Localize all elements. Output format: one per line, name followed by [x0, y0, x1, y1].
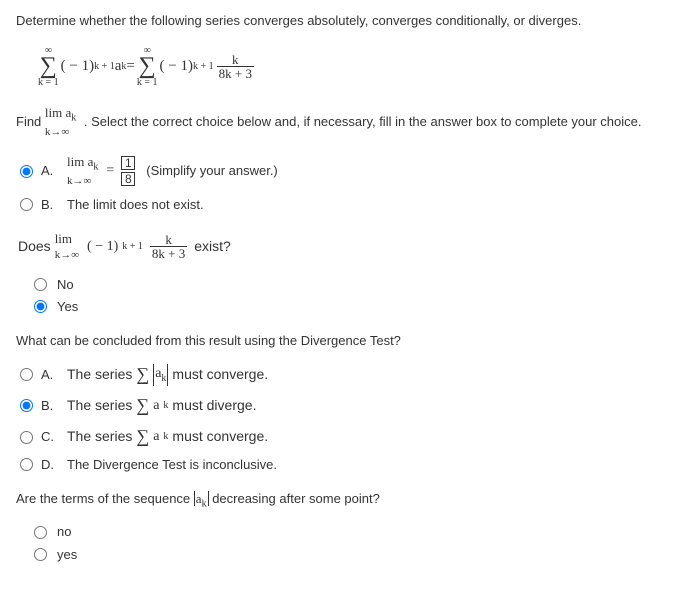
yn1-no[interactable]: No: [34, 276, 678, 294]
label-2b: B.: [41, 397, 59, 415]
p2-num: k: [163, 233, 174, 246]
rhs-exp: k + 1: [193, 60, 214, 74]
radio-yn1-yes[interactable]: [34, 300, 47, 313]
lhs-exp: k + 1: [94, 60, 115, 74]
lhs-base: ( − 1): [61, 56, 94, 77]
label-yn1-no: No: [57, 276, 74, 294]
radio-1b[interactable]: [20, 198, 33, 211]
text-2d: The Divergence Test is inconclusive.: [67, 456, 277, 474]
sum-bottom-r: k = 1: [137, 78, 158, 88]
choice-2c[interactable]: C. The series ∑ ak must converge.: [20, 424, 678, 449]
text-1b: The limit does not exist.: [67, 196, 204, 214]
radio-1a[interactable]: [20, 165, 33, 178]
sum-bottom: k = 1: [38, 78, 59, 88]
label-2d: D.: [41, 456, 59, 474]
radio-yn2-yes[interactable]: [34, 548, 47, 561]
yn2-yes[interactable]: yes: [34, 546, 678, 564]
lhs-ak: a: [115, 56, 122, 77]
eq-1a: =: [106, 161, 114, 181]
prompt-decreasing: Are the terms of the sequence ak decreas…: [16, 490, 678, 512]
label-yn2-no: no: [57, 523, 71, 541]
rhs-base: ( − 1): [160, 56, 193, 77]
radio-yn1-no[interactable]: [34, 278, 47, 291]
prompt-does-exist: Does lim k→∞ ( − 1)k + 1 k 8k + 3 exist?: [18, 230, 678, 264]
radio-2c[interactable]: [20, 431, 33, 444]
prompt-conclusion: What can be concluded from this result u…: [16, 332, 678, 350]
frac-den: 8k + 3: [217, 67, 254, 80]
choice-2a[interactable]: A. The series ∑ ak must converge.: [20, 362, 678, 387]
series-equation: ∞ ∑ k = 1 ( − 1)k + 1ak = ∞ ∑ k = 1 ( − …: [36, 46, 678, 88]
label-1a: A.: [41, 162, 59, 180]
choice-1a[interactable]: A. lim ak k→∞ = 1 8 (Simplify your answe…: [20, 153, 678, 190]
radio-2a[interactable]: [20, 368, 33, 381]
prompt-find-limit: Find lim ak k→∞ . Select the correct cho…: [16, 104, 678, 141]
radio-2b[interactable]: [20, 399, 33, 412]
answer-fraction[interactable]: 1 8: [121, 155, 135, 187]
label-2c: C.: [41, 428, 59, 446]
note-1a: (Simplify your answer.): [146, 162, 277, 180]
rhs-fraction: k 8k + 3: [217, 53, 254, 80]
answer-num[interactable]: 1: [121, 156, 135, 170]
sigma-icon: ∑: [139, 56, 156, 78]
yn1-yes[interactable]: Yes: [34, 298, 678, 316]
choice-1b[interactable]: B. The limit does not exist.: [20, 196, 678, 214]
choice-2d[interactable]: D. The Divergence Test is inconclusive.: [20, 456, 678, 474]
choice-group-2: A. The series ∑ ak must converge. B. The…: [20, 362, 678, 474]
choice-2b[interactable]: B. The series ∑ ak must diverge.: [20, 393, 678, 418]
p2-den: 8k + 3: [150, 247, 187, 260]
radio-yn2-no[interactable]: [34, 526, 47, 539]
yn2-no[interactable]: no: [34, 523, 678, 541]
radio-2d[interactable]: [20, 458, 33, 471]
label-yn1-yes: Yes: [57, 298, 78, 316]
choice-group-1: A. lim ak k→∞ = 1 8 (Simplify your answe…: [20, 153, 678, 214]
label-1b: B.: [41, 196, 59, 214]
sigma-icon: ∑: [40, 56, 57, 78]
question-text: Determine whether the following series c…: [16, 12, 678, 30]
equals: =: [126, 56, 134, 77]
yesno-group-2: no yes: [34, 523, 678, 563]
frac-num: k: [230, 53, 241, 66]
label-yn2-yes: yes: [57, 546, 77, 564]
answer-den[interactable]: 8: [121, 172, 135, 186]
label-2a: A.: [41, 366, 59, 384]
yesno-group-1: No Yes: [34, 276, 678, 316]
